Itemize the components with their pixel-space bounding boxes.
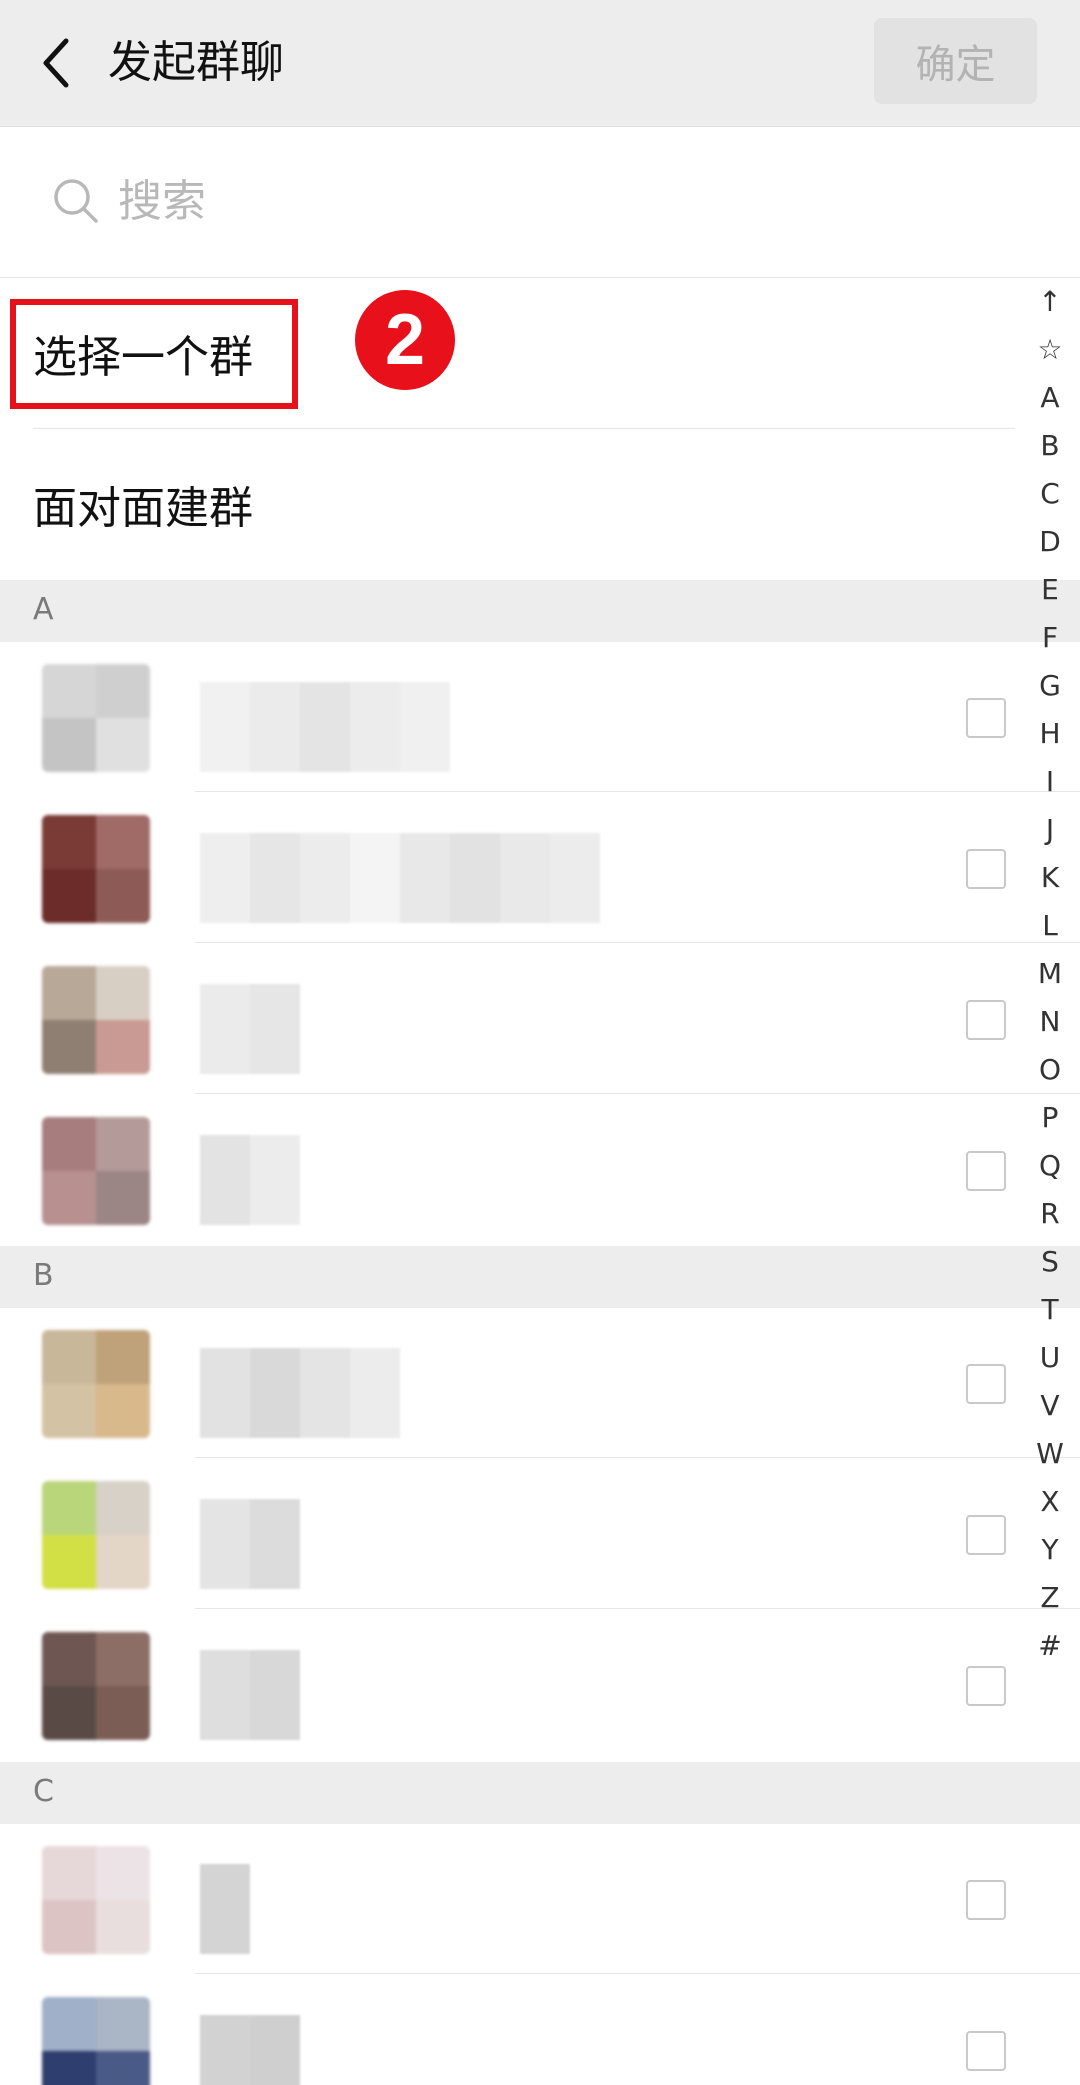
avatar: [42, 1632, 150, 1740]
blurred-name: [200, 1864, 250, 1954]
search-icon: [54, 179, 98, 223]
index-letter[interactable]: L: [1042, 902, 1058, 950]
index-letter[interactable]: E: [1041, 566, 1059, 614]
page-title: 发起群聊: [108, 37, 284, 88]
search-input[interactable]: [118, 169, 818, 233]
index-letter[interactable]: Y: [1041, 1526, 1058, 1574]
section-letter: A: [33, 592, 54, 627]
index-letter[interactable]: T: [1041, 1286, 1058, 1334]
select-checkbox[interactable]: [966, 1151, 1006, 1191]
avatar: [42, 1997, 150, 2085]
blurred-name: [200, 682, 450, 772]
select-checkbox[interactable]: [966, 1666, 1006, 1706]
index-letter[interactable]: B: [1040, 422, 1059, 470]
index-letter[interactable]: N: [1040, 998, 1061, 1046]
index-letter[interactable]: R: [1040, 1190, 1059, 1238]
divider: [195, 791, 1080, 792]
select-checkbox[interactable]: [966, 1000, 1006, 1040]
index-letter[interactable]: S: [1041, 1238, 1059, 1286]
divider: [195, 942, 1080, 943]
avatar: [42, 1117, 150, 1225]
index-letter[interactable]: F: [1042, 614, 1058, 662]
index-letter[interactable]: V: [1040, 1382, 1059, 1430]
contact-row[interactable]: [0, 642, 1080, 792]
section-header-a: A: [0, 580, 1080, 642]
contact-row[interactable]: [0, 1095, 1080, 1245]
index-letter[interactable]: X: [1040, 1478, 1059, 1526]
index-letter[interactable]: U: [1040, 1334, 1061, 1382]
confirm-button[interactable]: 确定: [874, 18, 1037, 104]
index-letter[interactable]: O: [1039, 1046, 1061, 1094]
index-letter[interactable]: A: [1040, 374, 1059, 422]
avatar: [42, 815, 150, 923]
index-letter[interactable]: K: [1041, 854, 1059, 902]
contact-row[interactable]: [0, 944, 1080, 1094]
avatar: [42, 1330, 150, 1438]
index-letter[interactable]: I: [1046, 758, 1054, 806]
select-a-group-label: 选择一个群: [33, 332, 253, 383]
divider: [195, 1608, 1080, 1609]
index-letter[interactable]: P: [1042, 1094, 1059, 1142]
create-group-chat-screen: 发起群聊 确定 选择一个群 面对面建群 2 A: [0, 0, 1080, 2085]
select-checkbox[interactable]: [966, 849, 1006, 889]
alphabet-index-bar[interactable]: ↑ ☆ A B C D E F G H I J K L M N O P Q R S T U V W X Y Z #: [1030, 278, 1070, 1670]
index-letter[interactable]: D: [1039, 518, 1061, 566]
blurred-name: [200, 984, 300, 1074]
blurred-name: [200, 1499, 300, 1589]
index-letter[interactable]: ☆: [1037, 326, 1062, 374]
avatar: [42, 664, 150, 772]
index-letter[interactable]: C: [1040, 470, 1060, 518]
section-header-c: C: [0, 1762, 1080, 1824]
contact-row[interactable]: [0, 793, 1080, 943]
contact-row[interactable]: [0, 1975, 1080, 2085]
select-checkbox[interactable]: [966, 1364, 1006, 1404]
index-letter[interactable]: M: [1038, 950, 1062, 998]
divider: [195, 1093, 1080, 1094]
blurred-name: [200, 1650, 300, 1740]
blurred-name: [200, 2015, 300, 2085]
divider: [195, 1457, 1080, 1458]
index-letter[interactable]: ↑: [1038, 278, 1061, 326]
select-a-group-row[interactable]: 选择一个群: [0, 278, 1080, 428]
avatar: [42, 966, 150, 1074]
contact-row[interactable]: [0, 1824, 1080, 1974]
avatar: [42, 1481, 150, 1589]
section-letter: C: [33, 1774, 54, 1809]
face-to-face-group-row[interactable]: 面对面建群: [0, 429, 1080, 579]
index-letter[interactable]: G: [1039, 662, 1061, 710]
section-letter: B: [33, 1258, 54, 1293]
index-letter[interactable]: H: [1039, 710, 1060, 758]
index-letter[interactable]: Q: [1039, 1142, 1061, 1190]
select-checkbox[interactable]: [966, 1880, 1006, 1920]
blurred-name: [200, 1348, 400, 1438]
top-bar: 发起群聊 确定: [0, 0, 1080, 127]
contact-row[interactable]: [0, 1308, 1080, 1458]
chevron-left-icon: [43, 38, 69, 88]
index-letter[interactable]: #: [1038, 1622, 1061, 1670]
contact-row[interactable]: [0, 1610, 1080, 1760]
contact-row[interactable]: [0, 1459, 1080, 1609]
face-to-face-group-label: 面对面建群: [33, 483, 253, 534]
select-checkbox[interactable]: [966, 1515, 1006, 1555]
avatar: [42, 1846, 150, 1954]
select-checkbox[interactable]: [966, 698, 1006, 738]
section-header-b: B: [0, 1246, 1080, 1308]
blurred-name: [200, 1135, 300, 1225]
blurred-name: [200, 833, 600, 923]
index-letter[interactable]: W: [1036, 1430, 1064, 1478]
select-checkbox[interactable]: [966, 2031, 1006, 2071]
back-button[interactable]: [28, 26, 84, 100]
index-letter[interactable]: Z: [1040, 1574, 1059, 1622]
index-letter[interactable]: J: [1046, 806, 1054, 854]
step-number-badge: 2: [355, 290, 455, 390]
divider: [195, 1973, 1080, 1974]
search-bar: [0, 127, 1080, 278]
